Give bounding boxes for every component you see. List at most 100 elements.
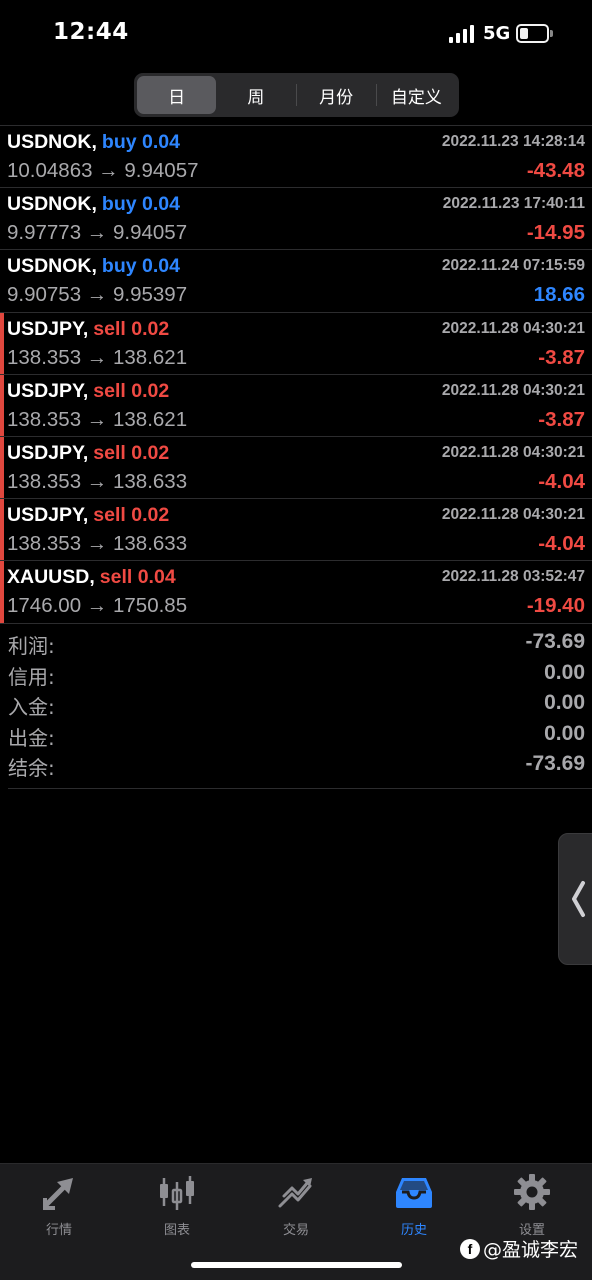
summary-row-balance: 结余: -73.69 (0, 750, 592, 781)
open-close-prices: 1746.00 → 1750.85 (7, 594, 188, 618)
open-close-prices: 138.353 → 138.621 (7, 407, 188, 431)
trade-timestamp: 2022.11.23 14:28:14 (441, 133, 585, 150)
summary-row-deposit: 入金: 0.00 (0, 689, 592, 720)
open-close-prices: 9.97773 → 9.94057 (7, 221, 188, 245)
tab-chart[interactable]: 图表 (137, 1172, 217, 1238)
trade-profit: -3.87 (538, 345, 585, 369)
tab-history[interactable]: 历史 (374, 1172, 454, 1238)
quotes-arrows-icon (43, 1178, 73, 1210)
tab-label: 图表 (163, 1223, 190, 1238)
summary-label: 出金: (8, 725, 55, 750)
tab-settings[interactable]: 设置 (492, 1172, 572, 1238)
trade-timestamp: 2022.11.28 04:30:21 (441, 319, 585, 337)
symbol-name: USDNOK, (7, 193, 97, 216)
trade-trend-icon (278, 1178, 312, 1208)
trade-side-volume: sell 0.02 (93, 441, 170, 464)
summary-value: -73.69 (525, 752, 585, 775)
symbol-name: XAUUSD, (7, 566, 95, 589)
trade-timestamp: 2022.11.28 03:52:47 (441, 568, 585, 586)
symbol-name: USDJPY, (7, 379, 89, 402)
trade-row[interactable]: USDJPY, sell 0.02 138.353 → 138.621 2022.11… (0, 312, 592, 375)
period-segmented-control: 日 周 月份 自定义 (134, 73, 459, 117)
account-summary: 利润: -73.69 信用: 0.00 入金: 0.00 出金: 0.00 结余… (0, 628, 592, 781)
trade-profit: -19.40 (526, 594, 585, 618)
tab-trade[interactable]: 交易 (256, 1172, 336, 1238)
tab-label: 行情 (45, 1223, 72, 1238)
candlestick-chart-icon (160, 1176, 194, 1210)
watermark-logo-icon: f (460, 1238, 480, 1259)
trade-profit: -14.95 (526, 221, 585, 245)
tab-label: 交易 (282, 1223, 309, 1238)
summary-value: 0.00 (544, 691, 585, 714)
summary-divider (8, 788, 592, 789)
trade-row[interactable]: USDNOK, buy 0.04 9.97773 → 9.94057 2022.11.… (0, 188, 592, 251)
trade-row[interactable]: USDNOK, buy 0.04 10.04863 → 9.94057 2022.11… (0, 126, 592, 189)
summary-value: 0.00 (544, 660, 585, 684)
summary-label: 信用: (8, 664, 55, 689)
symbol-name: USDNOK, (7, 131, 97, 153)
summary-label: 利润: (8, 634, 55, 658)
summary-row-withdrawal: 出金: 0.00 (0, 720, 592, 751)
summary-value: 0.00 (544, 721, 585, 745)
trade-row[interactable]: XAUUSD, sell 0.04 1746.00 → 1750.85 2022.11… (0, 561, 592, 624)
watermark: f @盈诚李宏 (460, 1235, 578, 1262)
trade-symbol: USDNOK, buy 0.04 (7, 255, 180, 278)
status-bar: 12:44 5G (0, 0, 592, 66)
history-inbox-icon (396, 1178, 432, 1208)
symbol-name: USDJPY, (7, 441, 89, 464)
symbol-name: USDJPY, (7, 317, 89, 340)
trade-timestamp: 2022.11.28 04:30:21 (441, 381, 585, 399)
battery-icon (516, 24, 549, 43)
tab-label: 历史 (400, 1223, 427, 1238)
home-indicator[interactable] (191, 1262, 402, 1268)
symbol-name: USDNOK, (7, 255, 97, 278)
trade-side-volume: buy 0.04 (101, 193, 180, 216)
segment-week[interactable]: 周 (216, 76, 295, 114)
trade-symbol: USDNOK, buy 0.04 (7, 193, 180, 216)
trade-history-list: USDNOK, buy 0.04 10.04863 → 9.94057 2022.11… (0, 126, 592, 624)
side-panel-handle[interactable] (558, 833, 592, 965)
tab-quotes[interactable]: 行情 (19, 1172, 99, 1238)
trade-symbol: USDJPY, sell 0.02 (7, 380, 169, 403)
open-close-prices: 138.353 → 138.621 (7, 345, 188, 369)
open-close-prices: 9.90753 → 9.95397 (7, 283, 188, 307)
summary-label: 结余: (8, 756, 55, 780)
trade-profit: -4.04 (538, 532, 585, 556)
trade-side-volume: buy 0.04 (101, 131, 180, 153)
summary-row-credit: 信用: 0.00 (0, 659, 592, 690)
trade-timestamp: 2022.11.23 17:40:11 (442, 195, 585, 213)
open-close-prices: 10.04863 → 9.94057 (7, 159, 199, 182)
trade-timestamp: 2022.11.24 07:15:59 (441, 257, 585, 275)
trade-symbol: USDJPY, sell 0.02 (7, 504, 169, 527)
trade-row[interactable]: USDNOK, buy 0.04 9.90753 → 9.95397 2022.11.… (0, 250, 592, 313)
chevron-left-icon (572, 881, 585, 917)
trade-profit: -3.87 (538, 407, 585, 431)
summary-value: -73.69 (525, 630, 585, 653)
trade-symbol: USDNOK, buy 0.04 (7, 131, 180, 154)
trade-row[interactable]: USDJPY, sell 0.02 138.353 → 138.621 2022.11… (0, 374, 592, 437)
trade-row[interactable]: USDJPY, sell 0.02 138.353 → 138.633 2022.11… (0, 499, 592, 562)
battery-tip (550, 30, 553, 37)
trade-symbol: USDJPY, sell 0.02 (7, 318, 169, 341)
summary-row-profit: 利润: -73.69 (0, 628, 592, 659)
trade-symbol: XAUUSD, sell 0.04 (7, 566, 176, 589)
segment-custom[interactable]: 自定义 (377, 76, 456, 114)
trade-timestamp: 2022.11.28 04:30:21 (441, 443, 585, 461)
gear-icon (514, 1174, 550, 1210)
network-type: 5G (483, 23, 511, 44)
trade-profit: -43.48 (526, 159, 585, 182)
segment-month[interactable]: 月份 (297, 76, 376, 114)
trade-profit: -4.04 (538, 469, 585, 493)
trade-row[interactable]: USDJPY, sell 0.02 138.353 → 138.633 2022.11… (0, 436, 592, 500)
trade-side-volume: sell 0.04 (99, 566, 176, 589)
trade-side-volume: sell 0.02 (93, 379, 170, 402)
summary-label: 入金: (8, 695, 55, 719)
trade-symbol: USDJPY, sell 0.02 (7, 442, 169, 465)
trade-side-volume: sell 0.02 (93, 504, 170, 527)
open-close-prices: 138.353 → 138.633 (7, 532, 188, 556)
trade-side-volume: sell 0.02 (93, 317, 170, 340)
trade-profit: 18.66 (533, 283, 585, 307)
segment-day[interactable]: 日 (137, 76, 217, 114)
trade-timestamp: 2022.11.28 04:30:21 (441, 506, 585, 524)
cellular-signal-icon (449, 25, 477, 43)
